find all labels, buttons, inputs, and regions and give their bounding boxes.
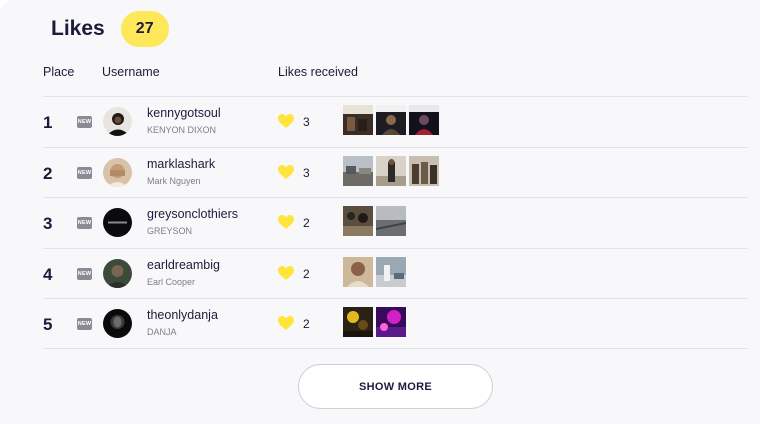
thumbnail[interactable] (409, 105, 439, 135)
thumbnail[interactable] (343, 256, 373, 287)
avatar[interactable] (103, 309, 132, 338)
column-header-username: Username (102, 65, 160, 79)
table-row: 1 NEW kennygotsoul KENYON DIXON 3 (43, 96, 748, 147)
column-header-place: Place (43, 65, 75, 79)
row-username[interactable]: theonlydanja (147, 308, 218, 322)
row-username[interactable]: marklashark (147, 157, 215, 171)
liked-thumbnails (343, 105, 439, 135)
row-username[interactable]: earldreambig (147, 258, 220, 272)
likes-panel: Likes 27 Place Username Likes received 1… (0, 0, 760, 424)
row-fullname: DANJA (147, 327, 177, 337)
row-fullname: GREYSON (147, 226, 193, 236)
row-place: 5 (43, 315, 53, 334)
table-row: 2 NEW marklashark Mark Nguyen 3 (43, 146, 748, 198)
new-tag: NEW (77, 267, 92, 280)
liked-thumbnails (343, 206, 406, 236)
thumbnail[interactable] (343, 307, 373, 337)
row-likes-count: 3 (303, 115, 310, 129)
likes-title: Likes (51, 17, 105, 40)
likes-header: Likes 27 (51, 10, 169, 48)
thumbnail[interactable] (376, 307, 406, 337)
avatar[interactable] (103, 107, 132, 136)
liked-thumbnails (343, 307, 406, 337)
avatar[interactable] (103, 208, 132, 237)
row-username[interactable]: greysonclothiers (147, 207, 238, 221)
row-fullname: Earl Cooper (147, 276, 196, 287)
row-username[interactable]: kennygotsoul (147, 106, 221, 120)
thumbnail[interactable] (376, 256, 406, 287)
heart-icon (278, 114, 294, 129)
new-tag: NEW (77, 217, 92, 229)
row-likes-count: 3 (303, 165, 310, 180)
thumbnail[interactable] (376, 206, 406, 236)
row-place: 2 (43, 163, 53, 183)
row-likes-count: 2 (303, 216, 310, 230)
thumbnail[interactable] (409, 155, 439, 186)
row-fullname: Mark Nguyen (147, 175, 201, 186)
heart-icon (278, 265, 294, 281)
likes-count-badge: 27 (120, 11, 169, 47)
new-tag: NEW (77, 318, 92, 330)
thumbnail[interactable] (376, 155, 406, 186)
row-place: 1 (43, 113, 53, 132)
table-row: 5 NEW theonlydanja DANJA 2 (43, 298, 748, 349)
thumbnail[interactable] (343, 155, 373, 186)
avatar[interactable] (103, 258, 132, 288)
liked-thumbnails (343, 155, 439, 186)
thumbnail[interactable] (376, 105, 406, 135)
column-header-likes: Likes received (278, 65, 358, 79)
heart-icon (278, 316, 294, 331)
new-tag: NEW (77, 116, 92, 128)
row-place: 3 (43, 214, 53, 233)
table-row: 3 NEW greysonclothiers GREYSON 2 (43, 197, 748, 248)
avatar[interactable] (103, 157, 132, 187)
thumbnail[interactable] (343, 206, 373, 236)
thumbnail[interactable] (343, 105, 373, 135)
heart-icon (278, 215, 294, 230)
row-likes-count: 2 (303, 266, 310, 281)
new-tag: NEW (77, 166, 92, 179)
row-place: 4 (43, 264, 53, 284)
row-fullname: KENYON DIXON (147, 125, 217, 135)
row-likes-count: 2 (303, 317, 310, 331)
table-row: 4 NEW earldreambig Earl Cooper 2 (43, 247, 748, 299)
liked-thumbnails (343, 256, 406, 287)
heart-icon (278, 164, 294, 180)
leaderboard-table: 1 NEW kennygotsoul KENYON DIXON 3 2 NEW … (43, 96, 748, 349)
show-more-button[interactable]: SHOW MORE (298, 364, 493, 409)
